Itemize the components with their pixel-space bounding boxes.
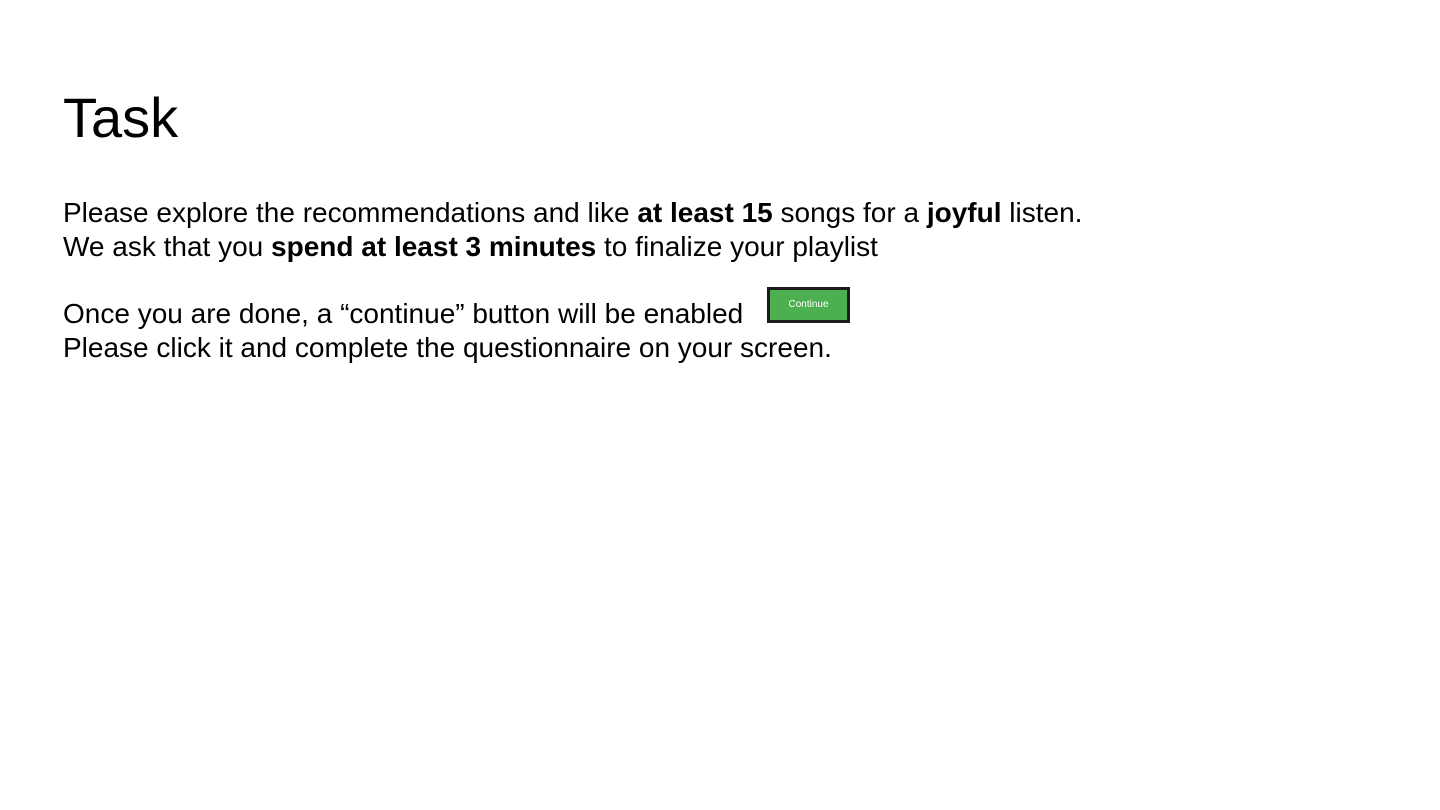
instruction-line-likes: Please explore the recommendations and l…	[63, 196, 1082, 230]
instruction-text: Please explore the recommendations and l…	[63, 197, 638, 228]
page-title: Task	[63, 86, 179, 149]
instruction-text: to finalize your playlist	[596, 231, 878, 262]
instruction-text: listen.	[1001, 197, 1083, 228]
instruction-text: We ask that you	[63, 231, 272, 262]
instruction-slide: Task Please explore the recommendations …	[0, 0, 1440, 810]
emphasis-mood: joyful	[926, 197, 1002, 228]
instruction-line-time: We ask that you spend at least 3 minutes…	[63, 230, 878, 264]
instruction-line-continue: Once you are done, a “continue” button w…	[63, 298, 744, 329]
continue-button[interactable]: Continue	[767, 287, 850, 323]
instruction-line-questionnaire: Please click it and complete the questio…	[63, 332, 832, 363]
emphasis-duration: spend at least 3 minutes	[271, 231, 597, 262]
instruction-text: songs for a	[772, 197, 927, 228]
emphasis-like-count: at least 15	[637, 197, 773, 228]
